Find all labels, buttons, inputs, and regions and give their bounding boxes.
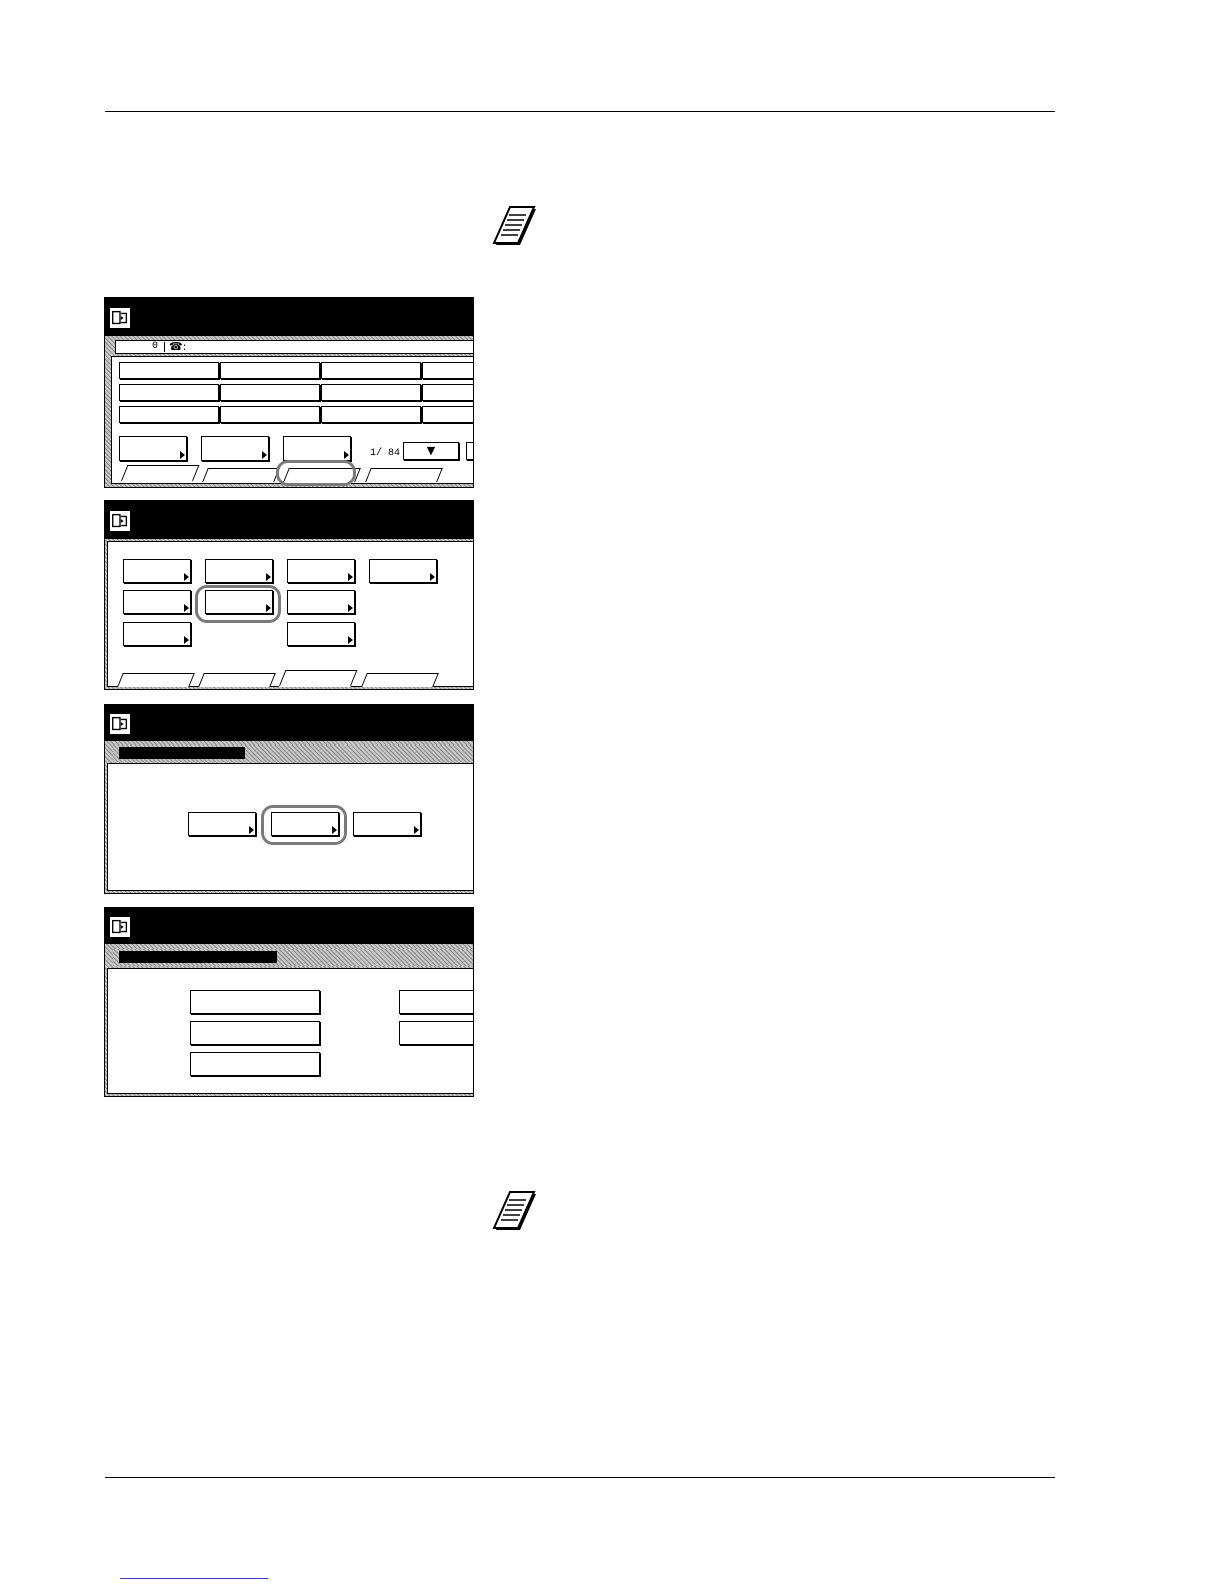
section-header-strip xyxy=(113,745,473,762)
destination-field[interactable]: 0 ☎: xyxy=(115,340,473,354)
title-bar xyxy=(105,298,473,336)
setting-button[interactable] xyxy=(287,622,355,646)
section-header-label xyxy=(119,951,277,963)
option-button[interactable] xyxy=(353,812,421,836)
scroll-up-button[interactable] xyxy=(466,442,473,460)
option-button[interactable] xyxy=(201,436,269,461)
one-touch-key[interactable] xyxy=(422,384,473,401)
content-area xyxy=(107,968,473,1094)
tab-2[interactable] xyxy=(202,468,280,482)
wide-option-button[interactable] xyxy=(399,990,473,1014)
one-touch-key[interactable] xyxy=(422,406,473,423)
one-touch-key[interactable] xyxy=(321,362,421,379)
panel-screen-2 xyxy=(104,500,474,690)
footer-link-underline[interactable] xyxy=(120,1578,268,1579)
tab-1[interactable] xyxy=(117,673,195,687)
settings-area xyxy=(107,541,473,687)
setting-button[interactable] xyxy=(123,622,191,646)
header-rule xyxy=(105,111,1055,112)
title-bar xyxy=(105,908,473,944)
option-button[interactable] xyxy=(188,812,256,836)
note-icon xyxy=(492,1190,538,1234)
field-divider xyxy=(164,342,165,352)
one-touch-key[interactable] xyxy=(422,362,473,379)
note-icon xyxy=(492,205,538,249)
one-touch-key[interactable] xyxy=(220,384,320,401)
panel-screen-1: 0 ☎: 1/ 84 ▼ xyxy=(104,297,474,488)
tab-4[interactable] xyxy=(365,468,443,482)
one-touch-key[interactable] xyxy=(220,406,320,423)
down-arrow-icon: ▼ xyxy=(426,444,436,457)
one-touch-key[interactable] xyxy=(321,406,421,423)
one-touch-key[interactable] xyxy=(119,406,219,423)
highlight-ring xyxy=(195,585,281,623)
one-touch-key[interactable] xyxy=(220,362,320,379)
setting-button[interactable] xyxy=(123,559,191,583)
copy-mode-icon xyxy=(109,510,131,532)
setting-button[interactable] xyxy=(287,590,355,614)
footer-rule xyxy=(105,1477,1055,1478)
one-touch-key[interactable] xyxy=(119,384,219,401)
option-button[interactable] xyxy=(119,436,187,461)
scroll-down-button[interactable]: ▼ xyxy=(403,442,459,460)
setting-button[interactable] xyxy=(369,559,437,583)
one-touch-key[interactable] xyxy=(321,384,421,401)
setting-button[interactable] xyxy=(205,559,273,583)
setting-button[interactable] xyxy=(123,590,191,614)
title-bar xyxy=(105,705,473,741)
tab-3[interactable] xyxy=(278,670,358,687)
one-touch-key[interactable] xyxy=(119,362,219,379)
option-button[interactable] xyxy=(283,436,351,461)
highlight-ring xyxy=(276,460,356,486)
title-bar xyxy=(105,501,473,539)
highlight-ring xyxy=(261,805,347,845)
section-header-label xyxy=(119,747,245,759)
wide-option-button[interactable] xyxy=(190,990,320,1014)
copy-mode-icon xyxy=(109,916,131,938)
panel-screen-4 xyxy=(104,907,474,1097)
section-header-strip xyxy=(113,949,473,966)
tab-1[interactable] xyxy=(120,465,200,482)
wide-option-button[interactable] xyxy=(190,1021,320,1045)
panel-screen-3 xyxy=(104,704,474,894)
wide-option-button[interactable] xyxy=(399,1021,473,1045)
tab-4[interactable] xyxy=(361,673,439,687)
page-indicator: 1/ 84 xyxy=(370,448,401,459)
wide-option-button[interactable] xyxy=(190,1052,320,1076)
copy-mode-icon xyxy=(109,307,131,329)
telephone-icon: ☎: xyxy=(169,340,187,353)
copy-mode-icon xyxy=(109,713,131,735)
setting-button[interactable] xyxy=(287,559,355,583)
tab-2[interactable] xyxy=(198,673,276,687)
dial-count: 0 xyxy=(152,341,159,352)
